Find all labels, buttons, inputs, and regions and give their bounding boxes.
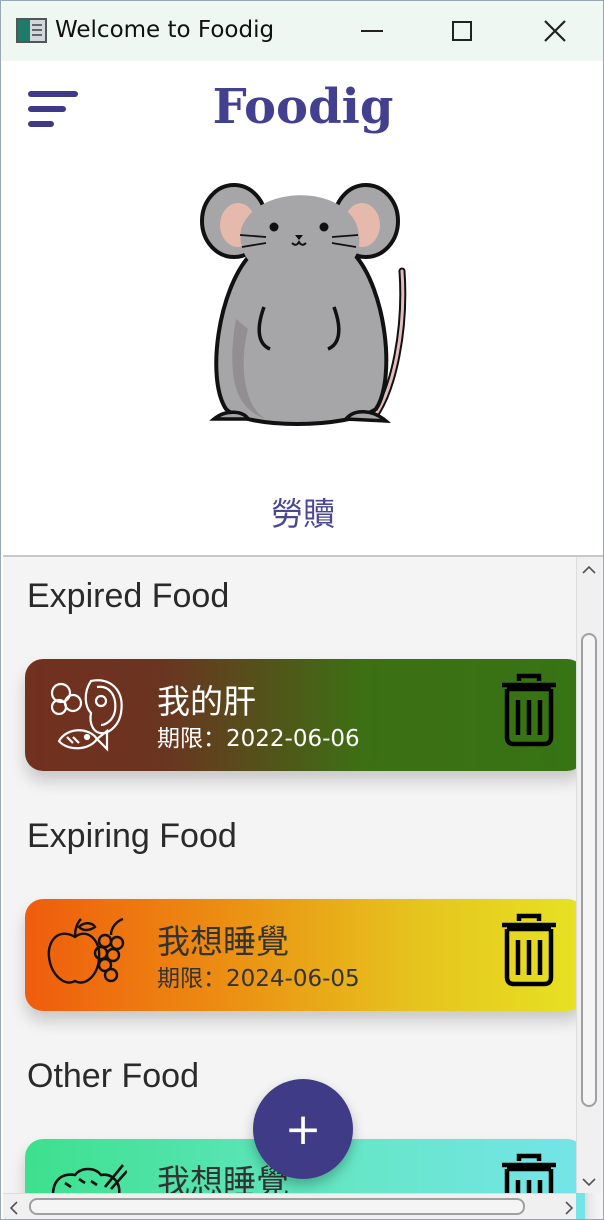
food-name: 我想睡覺 [157, 922, 289, 961]
app-icon [16, 18, 47, 43]
section-title-expiring: Expiring Food [27, 817, 237, 855]
vertical-scroll-thumb[interactable] [581, 633, 597, 1107]
maximize-button[interactable] [439, 9, 485, 53]
app-brand-title: Foodig [212, 79, 394, 135]
scroll-right-icon[interactable] [564, 1201, 574, 1215]
food-expiry-date: 期限：2024-06-05 [157, 966, 360, 992]
section-title-expired: Expired Food [27, 577, 230, 615]
trash-icon[interactable] [499, 913, 559, 987]
title-bar: Welcome to Foodig [1, 1, 603, 61]
scroll-up-icon[interactable] [582, 565, 596, 575]
add-food-button[interactable]: + [253, 1079, 353, 1179]
app-window: Welcome to Foodig Foodig 勞贖 Expired Food… [0, 0, 604, 1220]
food-expiry-date: 期限：2022-06-06 [157, 726, 360, 752]
scroll-left-icon[interactable] [9, 1201, 19, 1215]
food-name: 我的肝 [157, 682, 256, 721]
minimize-button[interactable] [349, 9, 395, 53]
trash-icon[interactable] [499, 673, 559, 747]
horizontal-scrollbar[interactable] [3, 1193, 576, 1219]
vertical-scrollbar[interactable] [576, 557, 601, 1193]
section-title-other: Other Food [27, 1057, 199, 1095]
scroll-down-icon[interactable] [582, 1177, 596, 1187]
horizontal-scroll-thumb[interactable] [29, 1198, 525, 1215]
fruit-icon [47, 917, 125, 984]
maximize-icon [452, 21, 472, 41]
window-title: Welcome to Foodig [55, 17, 275, 43]
minimize-icon [361, 30, 383, 32]
meat-fish-icon [50, 679, 123, 752]
mouse-avatar-image [200, 183, 407, 426]
close-icon [544, 20, 566, 42]
profile-name: 勞贖 [270, 495, 335, 533]
food-card-expired[interactable]: 我的肝 期限：2022-06-06 [25, 659, 585, 771]
close-button[interactable] [532, 9, 578, 53]
food-card-expiring[interactable]: 我想睡覺 期限：2024-06-05 [25, 899, 585, 1011]
